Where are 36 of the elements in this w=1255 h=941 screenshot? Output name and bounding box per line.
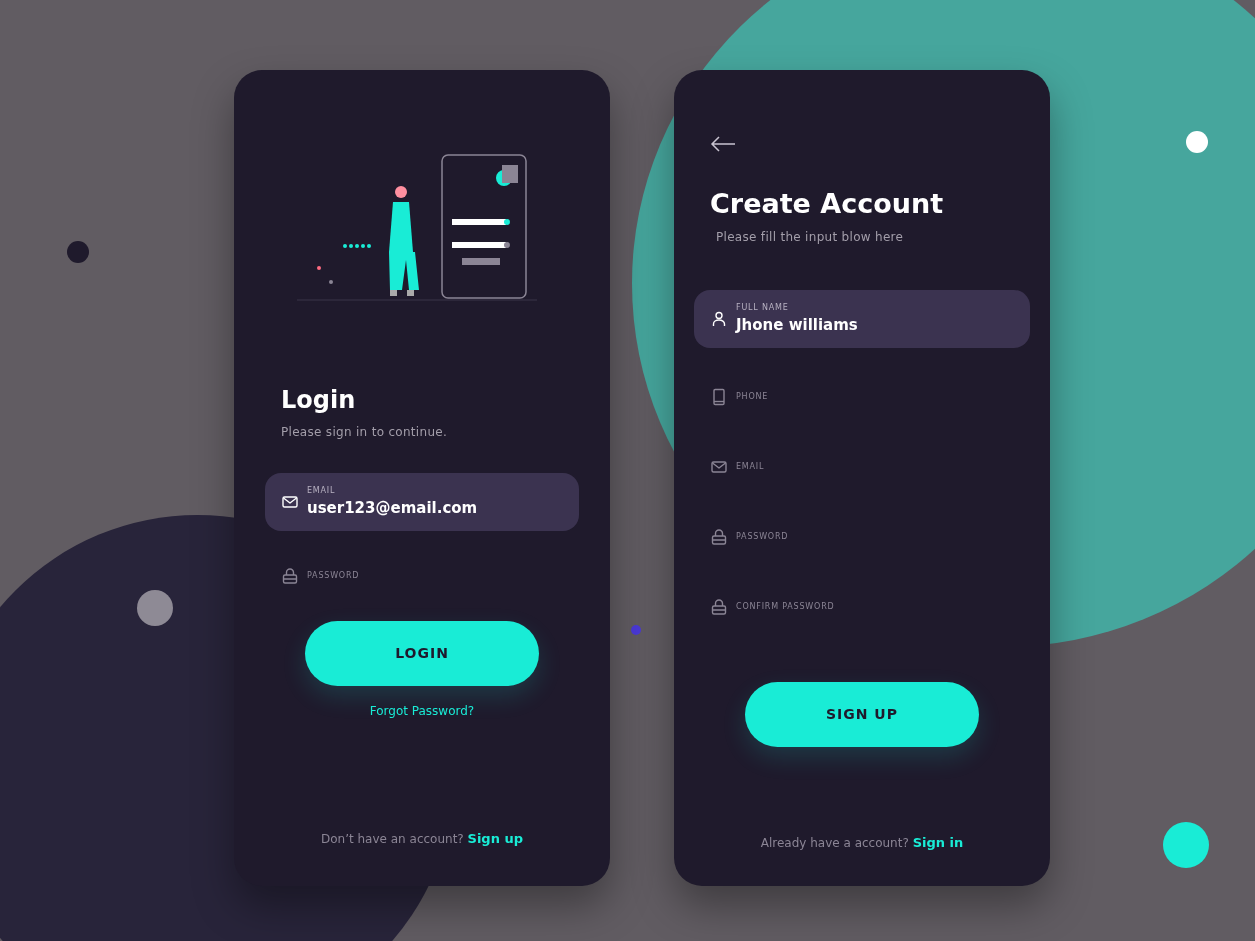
footer-text: Don’t have an account? [321,831,464,846]
field-value: user123@email.com [307,497,478,519]
field-placeholder: PASSWORD [736,531,789,544]
field-placeholder: PHONE [736,391,769,404]
field-value: Jhone williams [736,315,858,337]
screen-title: Create Account [710,188,945,221]
screen-subtitle: Please sign in to continue. [281,423,449,441]
sign-up-link[interactable]: Sign up [467,830,523,846]
input-field[interactable]: PASSWORD [265,546,579,605]
phone-icon [710,388,728,407]
input-field[interactable]: EMAIL user123@email.com [265,472,579,531]
lock-icon [710,598,728,617]
input-field[interactable]: PASSWORD [694,508,1030,567]
field-placeholder: CONFIRM PASSWORD [736,601,835,614]
sign-up-button[interactable]: SIGN UP [745,682,979,748]
sign-in-link[interactable]: Sign in [912,834,964,850]
lock-icon [710,528,728,547]
screen-subtitle: Please fill the input blow here [716,229,905,247]
field-placeholder: PASSWORD [307,569,360,582]
input-field[interactable]: EMAIL [694,438,1030,497]
person-icon [710,310,728,329]
forgot-password-link[interactable]: Forgot Password? [369,701,475,720]
field-placeholder: EMAIL [736,461,765,474]
decor-dot [1163,822,1209,868]
login-button[interactable]: LOGIN [305,620,539,686]
input-field[interactable]: FULL NAME Jhone williams [694,290,1030,349]
decor-dot [67,241,89,263]
footer-text: Already have a account? [760,835,909,850]
back-arrow-icon[interactable] [710,136,736,152]
input-field[interactable]: PHONE [694,368,1030,427]
screen-title: Login [281,386,357,415]
decor-dot [631,625,641,635]
lock-icon [281,566,299,585]
field-label: FULL NAME [736,302,790,315]
field-label: EMAIL [307,484,337,497]
input-field[interactable]: CONFIRM PASSWORD [694,578,1030,637]
